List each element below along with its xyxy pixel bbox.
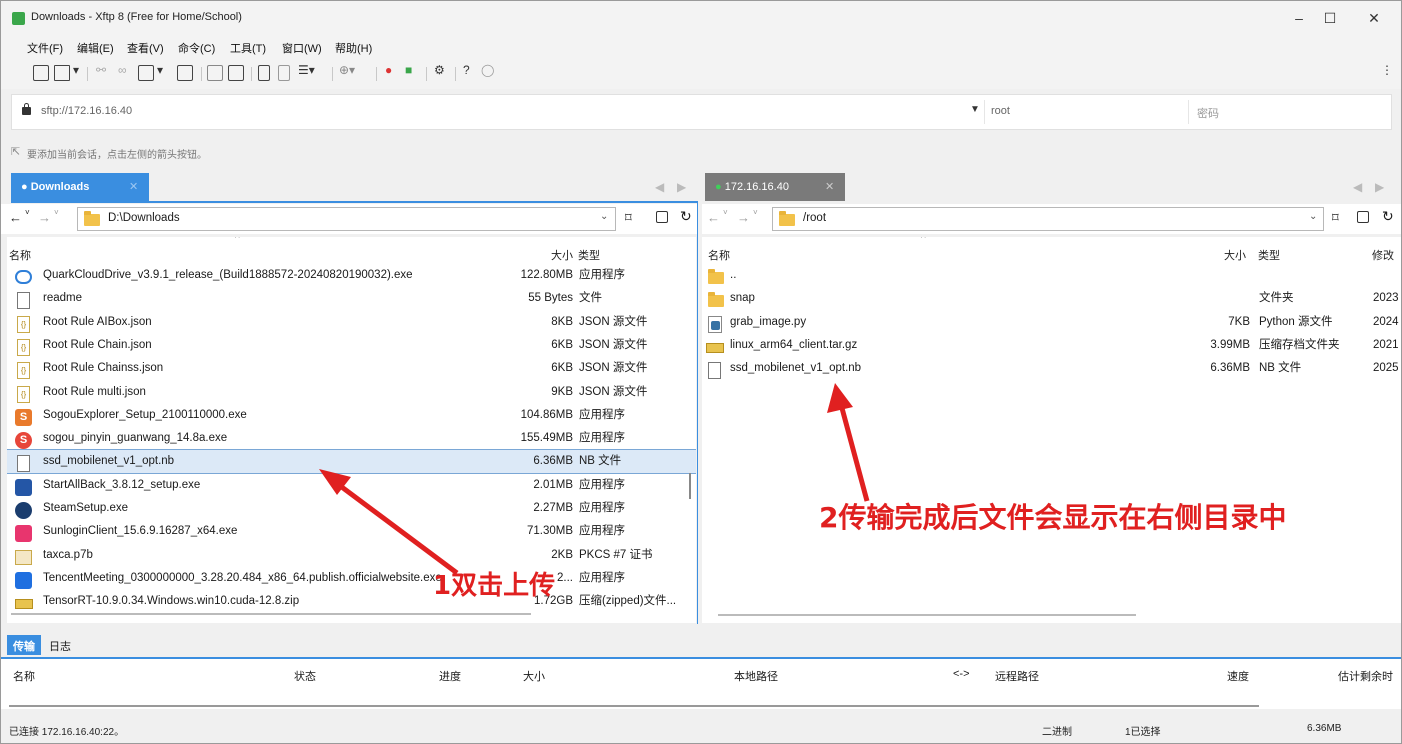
transfer-mode[interactable]: 二进制 [1042,723,1072,738]
column-direction[interactable]: <-> [953,668,970,680]
column-eta[interactable]: 估计剩余时 [1338,668,1393,684]
column-local-path[interactable]: 本地路径 [734,668,778,684]
transfer-scrollbar[interactable] [9,705,1259,707]
transfer-tabs: 传输 日志 [1,631,1401,657]
transfer-column-header: 名称 状态 进度 大小 本地路径 <-> 远程路径 速度 估计剩余时 [1,663,1401,685]
annotation-step2: 2传输完成后文件会显示在右侧目录中 [819,501,1287,534]
column-name[interactable]: 名称 [13,668,35,684]
column-remote-path[interactable]: 远程路径 [995,668,1039,684]
selection-size: 6.36MB [1307,723,1342,734]
status-bar: 已连接 172.16.16.40:22。 二进制 1已选择 6.36MB [1,717,1401,743]
arrow-head-step2 [827,383,853,413]
column-progress[interactable]: 进度 [439,668,461,684]
tab-transfer[interactable]: 传输 [7,635,41,655]
column-status[interactable]: 状态 [294,668,316,684]
connection-status: 已连接 172.16.16.40:22。 [9,727,125,738]
xftp-window: Downloads - Xftp 8 (Free for Home/School… [0,0,1402,744]
tab-log[interactable]: 日志 [49,638,71,654]
annotation-step1: 1双击上传 [433,571,556,601]
selection-count: 1已选择 [1125,727,1161,738]
column-size[interactable]: 大小 [523,668,545,684]
column-speed[interactable]: 速度 [1227,668,1249,684]
arrow-step1 [329,476,459,576]
arrow-step2 [836,396,870,502]
